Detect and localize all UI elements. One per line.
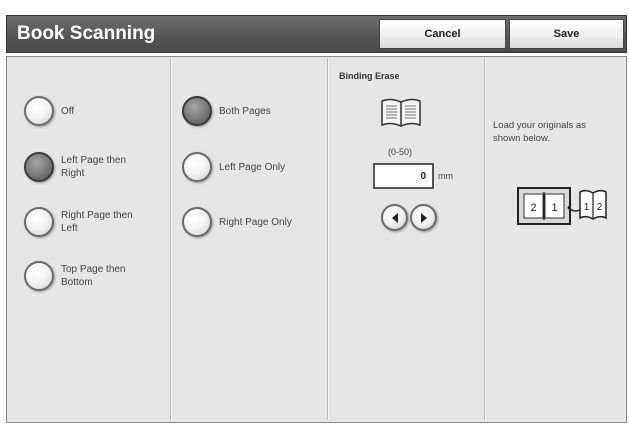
radio-label: Left Page Only: [219, 161, 286, 173]
radio-left-page-only[interactable]: Left Page Only: [182, 152, 319, 182]
book-scanning-screen: Book Scanning Cancel Save Off Left Page …: [0, 0, 629, 425]
radio-label: Both Pages: [219, 105, 271, 117]
radio-button[interactable]: [24, 261, 54, 291]
radio-right-page-then-left[interactable]: Right Page then Left: [24, 207, 141, 237]
svg-text:2: 2: [597, 202, 603, 213]
binding-erase-title: Binding Erase: [339, 71, 400, 81]
column-divider: [327, 58, 329, 420]
binding-erase-input[interactable]: 0: [373, 163, 434, 189]
radio-button[interactable]: [182, 152, 212, 182]
radio-label: Top Page then Bottom: [61, 264, 126, 288]
radio-label: Right Page then Left: [61, 210, 133, 234]
radio-button[interactable]: [24, 96, 54, 126]
svg-text:2: 2: [530, 202, 536, 214]
radio-button[interactable]: [24, 207, 54, 237]
save-button[interactable]: Save: [509, 19, 624, 49]
radio-both-pages[interactable]: Both Pages: [182, 96, 319, 126]
radio-left-page-then-right[interactable]: Left Page then Right: [24, 152, 141, 182]
unit-label: mm: [438, 171, 453, 181]
triangle-left-icon: [391, 212, 398, 223]
range-hint: (0-50): [388, 147, 413, 157]
decrement-button[interactable]: [381, 204, 408, 231]
column-divider: [484, 58, 486, 420]
load-originals-hint: Load your originals as shown below.: [493, 120, 586, 144]
page-title: Book Scanning: [17, 23, 156, 44]
cancel-button[interactable]: Cancel: [379, 19, 506, 49]
radio-off[interactable]: Off: [24, 96, 141, 126]
triangle-right-icon: [420, 212, 427, 223]
book-originals-placement-icon: 2 1 1 2: [517, 187, 607, 225]
radio-label: Off: [61, 105, 75, 117]
radio-label: Right Page Only: [219, 216, 292, 228]
increment-button[interactable]: [410, 204, 437, 231]
svg-text:1: 1: [551, 202, 557, 214]
radio-right-page-only[interactable]: Right Page Only: [182, 207, 319, 237]
column-divider: [170, 58, 172, 420]
svg-text:1: 1: [584, 202, 590, 213]
title-bar: Book Scanning Cancel Save: [6, 15, 627, 53]
radio-label: Left Page then Right: [61, 155, 127, 179]
open-book-icon: [381, 98, 421, 127]
radio-button-selected[interactable]: [182, 96, 212, 126]
radio-top-page-then-bottom[interactable]: Top Page then Bottom: [24, 261, 141, 291]
radio-button[interactable]: [182, 207, 212, 237]
radio-button-selected[interactable]: [24, 152, 54, 182]
